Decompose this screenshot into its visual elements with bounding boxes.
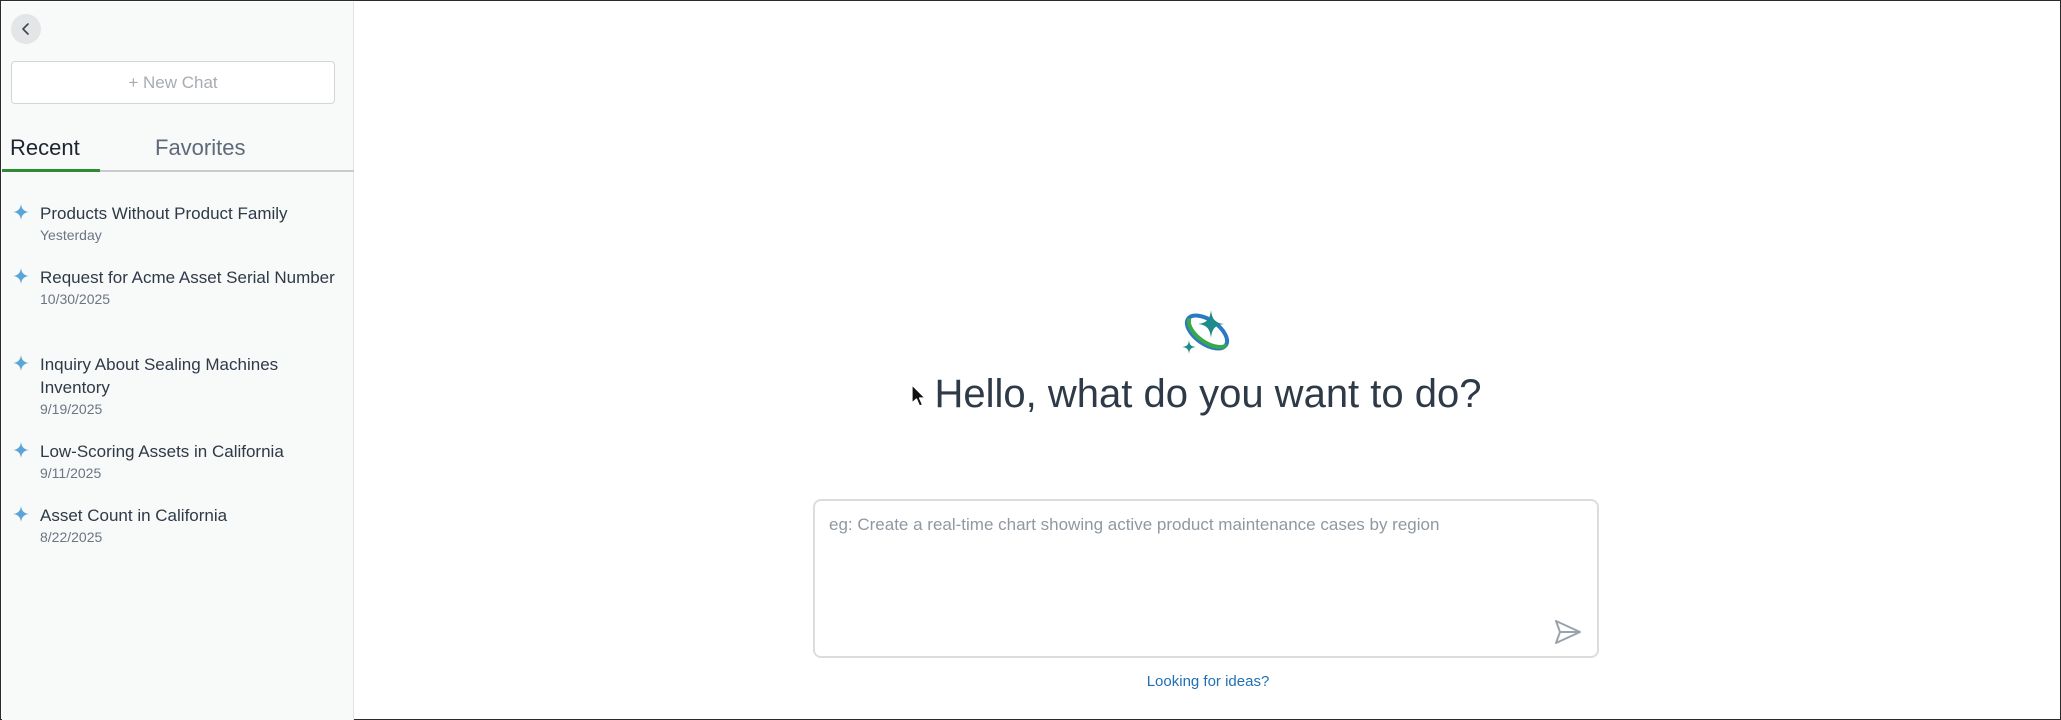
sparkle-icon xyxy=(13,204,29,220)
prompt-box xyxy=(813,499,1599,658)
sparkle-icon xyxy=(13,442,29,458)
history-item[interactable]: Products Without Product Family Yesterda… xyxy=(2,202,354,266)
sparkle-icon xyxy=(13,268,29,284)
history-item-date: 9/19/2025 xyxy=(40,401,103,417)
tab-favorites[interactable]: Favorites xyxy=(155,135,245,161)
sidebar: + New Chat Recent Favorites Products Wit… xyxy=(2,2,354,720)
sparkle-icon xyxy=(13,506,29,522)
prompt-input[interactable] xyxy=(829,515,1569,535)
chevron-left-icon xyxy=(22,23,29,35)
looking-for-ideas-link[interactable]: Looking for ideas? xyxy=(355,673,2061,690)
history-item-title: Asset Count in California xyxy=(40,506,228,525)
greeting-heading: Hello, what do you want to do? xyxy=(934,372,1482,416)
history-item-date: 8/22/2025 xyxy=(40,529,103,545)
history-item[interactable]: Asset Count in California 8/22/2025 xyxy=(2,504,354,568)
history-item-title: Request for Acme Asset Serial Number xyxy=(40,268,335,287)
history-item-title: Products Without Product Family xyxy=(40,204,288,223)
send-icon[interactable] xyxy=(1553,618,1583,646)
active-tab-indicator xyxy=(2,169,100,172)
tab-recent[interactable]: Recent xyxy=(10,135,80,161)
history-tabs: Recent Favorites xyxy=(2,130,354,172)
history-item-date: Yesterday xyxy=(40,227,102,243)
mouse-cursor-icon xyxy=(911,384,926,407)
history-item[interactable]: Request for Acme Asset Serial Number 10/… xyxy=(2,266,354,353)
main-panel: Hello, what do you want to do? Looking f… xyxy=(355,2,2061,720)
history-item-date: 9/11/2025 xyxy=(40,465,102,481)
sparkle-icon xyxy=(13,355,29,371)
app-window: + New Chat Recent Favorites Products Wit… xyxy=(0,0,2061,720)
chat-history-list: Products Without Product Family Yesterda… xyxy=(2,202,354,568)
history-item[interactable]: Low-Scoring Assets in California 9/11/20… xyxy=(2,440,354,504)
history-item[interactable]: Inquiry About Sealing Machines Inventory… xyxy=(2,353,354,440)
history-item-date: 10/30/2025 xyxy=(40,291,111,307)
history-item-title: Inquiry About Sealing Machines Inventory xyxy=(40,355,279,397)
ai-sparkle-orbit-logo xyxy=(1182,310,1230,354)
history-item-title: Low-Scoring Assets in California xyxy=(40,442,284,461)
new-chat-button[interactable]: + New Chat xyxy=(11,61,335,104)
collapse-sidebar-button[interactable] xyxy=(11,14,41,44)
